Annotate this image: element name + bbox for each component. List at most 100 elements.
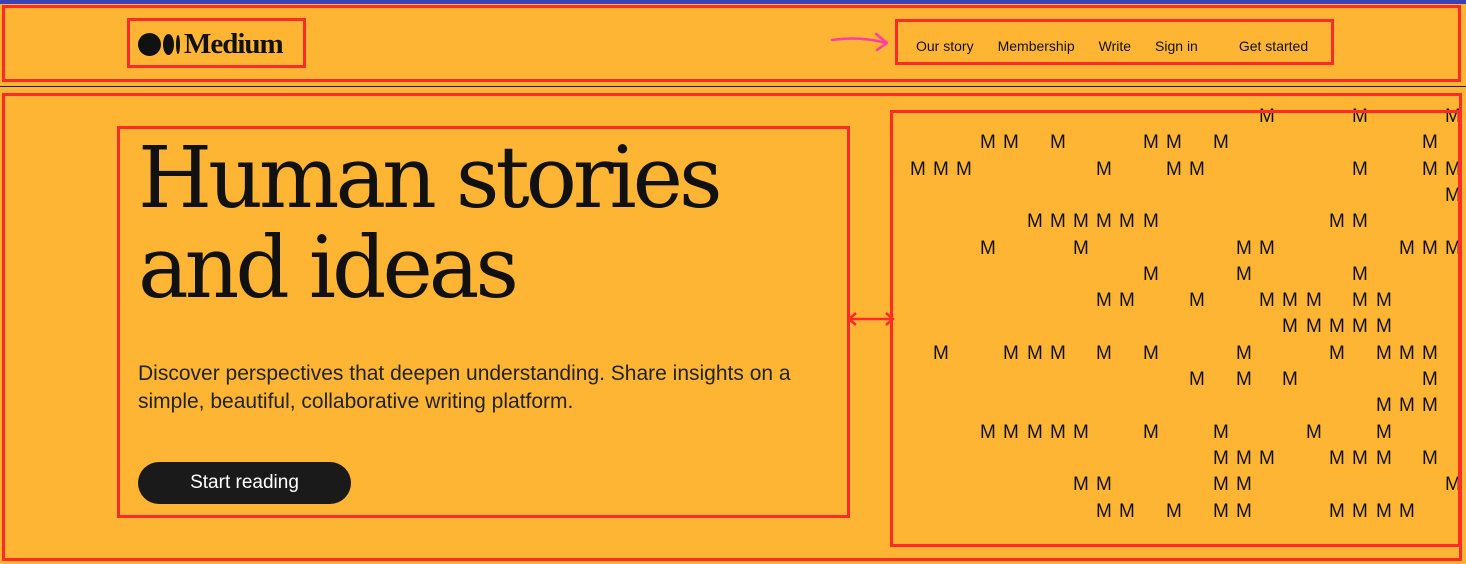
m-glyph: M xyxy=(1189,369,1205,390)
m-glyph: M xyxy=(1376,290,1392,312)
m-glyph: M xyxy=(1329,500,1345,522)
m-glyph: M xyxy=(1422,342,1438,364)
m-glyph: M xyxy=(1352,211,1368,233)
m-glyph: M xyxy=(1352,158,1368,180)
m-glyph: M xyxy=(1329,211,1345,233)
nav-membership-link[interactable]: Membership xyxy=(998,38,1075,54)
m-glyph: M xyxy=(1166,132,1182,154)
header-nav: Our story Membership Write Sign in Get s… xyxy=(916,38,1308,54)
m-glyph: M xyxy=(910,158,926,180)
get-started-button[interactable]: Get started xyxy=(1239,38,1308,54)
m-glyph: M xyxy=(1027,342,1043,364)
m-glyph: M xyxy=(1143,342,1159,364)
m-glyph: M xyxy=(1213,500,1229,522)
m-glyph: M xyxy=(1352,263,1368,285)
m-glyph: M xyxy=(1259,237,1275,259)
m-glyph: M xyxy=(1445,106,1461,127)
m-glyph: M xyxy=(1073,237,1089,259)
m-glyph: M xyxy=(1259,106,1275,127)
m-glyph: M xyxy=(1166,158,1182,180)
m-glyph: M xyxy=(1003,132,1019,154)
m-glyph: M xyxy=(1352,500,1368,522)
m-glyph: M xyxy=(1445,237,1461,259)
m-glyph: M xyxy=(1050,342,1066,364)
m-glyph: M xyxy=(1050,132,1066,154)
m-glyph: M xyxy=(1236,447,1252,469)
m-glyph: M xyxy=(1376,421,1392,443)
m-glyph: M xyxy=(1119,290,1135,312)
pointer-arrow-annotation-icon xyxy=(830,32,889,52)
nav-write-link[interactable]: Write xyxy=(1099,38,1131,54)
m-glyph: M xyxy=(1050,421,1066,443)
m-glyph: M xyxy=(1376,447,1392,469)
m-glyph: M xyxy=(1236,263,1252,285)
m-glyph: M xyxy=(1259,290,1275,312)
m-glyph: M xyxy=(1003,342,1019,364)
m-glyph: M xyxy=(1027,211,1043,233)
m-glyph: M xyxy=(1213,421,1229,443)
m-glyph: M xyxy=(1422,447,1438,469)
m-glyph: M xyxy=(1376,395,1392,417)
m-glyph: M xyxy=(1399,395,1415,417)
m-glyph: M xyxy=(1096,474,1112,496)
m-glyph: M xyxy=(1096,342,1112,364)
m-glyph: M xyxy=(1259,447,1275,469)
medium-logo[interactable]: Medium xyxy=(138,27,284,60)
m-glyph: M xyxy=(1236,237,1252,259)
m-glyph: M xyxy=(1352,447,1368,469)
m-glyph: M xyxy=(980,132,996,154)
m-glyph: M xyxy=(1422,395,1438,417)
m-glyph: M xyxy=(1189,290,1205,312)
m-glyph: M xyxy=(1096,500,1112,522)
m-glyph: M xyxy=(1422,369,1438,390)
m-glyph: M xyxy=(1096,158,1112,180)
m-glyph: M xyxy=(1143,263,1159,285)
m-glyph: M xyxy=(1376,342,1392,364)
m-glyph: M xyxy=(1096,290,1112,312)
m-glyph: M xyxy=(1329,316,1345,338)
brand-wordmark: Medium xyxy=(184,27,284,60)
m-glyph: M xyxy=(1236,500,1252,522)
m-glyph: M xyxy=(1376,316,1392,338)
m-glyph: M xyxy=(1027,421,1043,443)
medium-dots-icon xyxy=(138,32,180,56)
m-glyph: M xyxy=(1143,421,1159,443)
m-glyph: M xyxy=(1236,342,1252,364)
m-glyph: M xyxy=(933,158,949,180)
nav-sign-in-link[interactable]: Sign in xyxy=(1155,38,1198,54)
m-glyph: M xyxy=(1352,290,1368,312)
hero-subtitle: Discover perspectives that deepen unders… xyxy=(138,362,791,413)
nav-our-story-link[interactable]: Our story xyxy=(916,38,974,54)
m-glyph: M xyxy=(1352,316,1368,338)
m-glyph: M xyxy=(1166,500,1182,522)
m-glyph: M xyxy=(1329,447,1345,469)
m-glyph: M xyxy=(1003,421,1019,443)
annotation-frame-art xyxy=(890,110,1461,547)
m-glyph: M xyxy=(980,237,996,259)
m-glyph: M xyxy=(1189,158,1205,180)
m-glyph: M xyxy=(1445,184,1461,206)
m-glyph: M xyxy=(1399,342,1415,364)
m-glyph: M xyxy=(1422,158,1438,180)
m-glyph: M xyxy=(1306,290,1322,312)
m-glyph: M xyxy=(1143,211,1159,233)
m-glyph: M xyxy=(1096,211,1112,233)
m-glyph: M xyxy=(1213,447,1229,469)
m-glyph: M xyxy=(1050,211,1066,233)
spacing-arrow-annotation-icon xyxy=(847,312,895,326)
start-reading-button[interactable]: Start reading xyxy=(138,462,351,504)
m-glyph: M xyxy=(956,158,972,180)
m-glyph: M xyxy=(1399,500,1415,522)
m-glyph: M xyxy=(1329,342,1345,364)
m-glyph: M xyxy=(1306,421,1322,443)
m-glyph: M xyxy=(1236,474,1252,496)
m-glyph: M xyxy=(1119,500,1135,522)
m-glyph: M xyxy=(1282,290,1298,312)
m-glyph: M xyxy=(1213,474,1229,496)
m-glyph: M xyxy=(1119,211,1135,233)
m-glyph: M xyxy=(1445,474,1461,496)
m-glyph: M xyxy=(1422,132,1438,154)
m-glyph: M xyxy=(1236,369,1252,390)
m-glyph: M xyxy=(1445,158,1461,180)
m-glyph: M xyxy=(1282,316,1298,338)
